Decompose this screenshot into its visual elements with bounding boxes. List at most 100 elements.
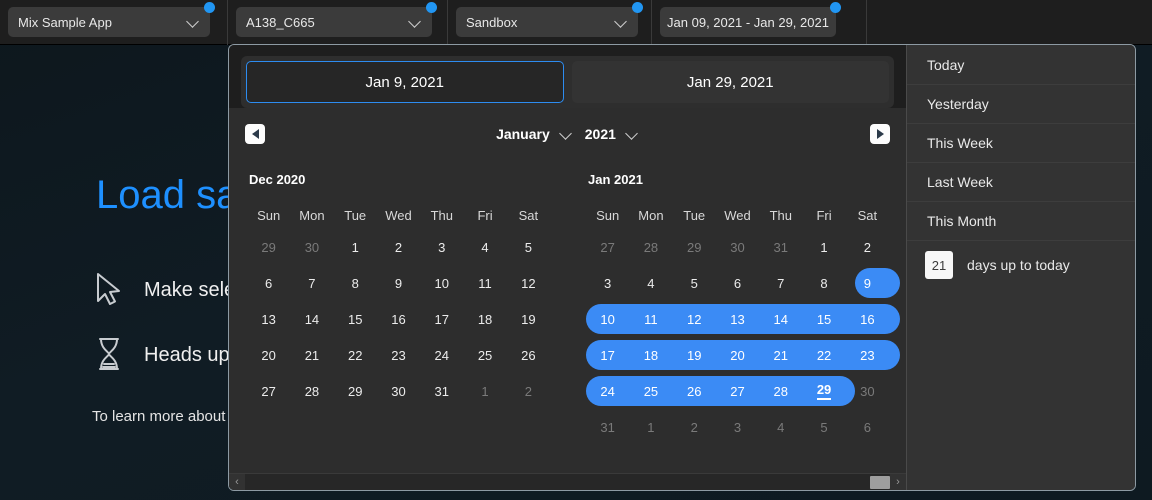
year-select[interactable]: 2021 (585, 126, 639, 142)
calendar-day-cell[interactable]: 25 (463, 337, 506, 373)
calendar-day-cell[interactable]: 27 (586, 229, 629, 265)
calendar-day-cell[interactable]: 2 (507, 373, 550, 409)
prev-month-button[interactable] (245, 124, 265, 144)
filter-dropdown-account[interactable]: A138_C665 (236, 2, 437, 37)
calendar-day-cell[interactable]: 20 (716, 337, 759, 373)
calendar-day-cell[interactable]: 1 (463, 373, 506, 409)
calendar-day-cell[interactable]: 2 (846, 229, 889, 265)
calendar-day-cell[interactable]: 29 (334, 373, 377, 409)
month-select[interactable]: January (496, 126, 573, 142)
calendar-day-cell[interactable]: 16 (846, 301, 889, 337)
calendar-day-cell[interactable]: 18 (629, 337, 672, 373)
calendar-day-cell[interactable]: 11 (629, 301, 672, 337)
calendar-day-cell[interactable]: 15 (334, 301, 377, 337)
calendar-day-cell[interactable]: 13 (716, 301, 759, 337)
calendar-day-cell[interactable]: 12 (507, 265, 550, 301)
calendar-day-cell[interactable]: 3 (716, 409, 759, 445)
calendar-day-cell[interactable]: 8 (334, 265, 377, 301)
calendar-day-cell[interactable]: 7 (290, 265, 333, 301)
calendar-day-cell[interactable]: 24 (420, 337, 463, 373)
quick-range-item[interactable]: Today (907, 46, 1135, 85)
calendar-day-cell[interactable]: 17 (586, 337, 629, 373)
calendar-day-cell[interactable]: 26 (673, 373, 716, 409)
next-month-button[interactable] (870, 124, 890, 144)
calendar-day-cell[interactable]: 19 (673, 337, 716, 373)
calendar-day-cell[interactable]: 10 (420, 265, 463, 301)
calendar-day-cell[interactable]: 3 (420, 229, 463, 265)
calendar-day-cell[interactable]: 28 (629, 229, 672, 265)
month-navigation-bar: January 2021 (229, 108, 906, 160)
calendar-day-cell[interactable]: 30 (716, 229, 759, 265)
calendar-day-cell[interactable]: 5 (507, 229, 550, 265)
calendar-day-cell[interactable]: 4 (759, 409, 802, 445)
calendar-day-cell[interactable]: 28 (290, 373, 333, 409)
calendar-day-cell[interactable]: 19 (507, 301, 550, 337)
calendar-day-cell[interactable]: 11 (463, 265, 506, 301)
calendar-day-cell[interactable]: 31 (420, 373, 463, 409)
calendar-day-cell[interactable]: 2 (673, 409, 716, 445)
calendar-day-cell[interactable]: 16 (377, 301, 420, 337)
calendar-day-cell[interactable]: 29 (802, 373, 845, 409)
filter-dropdown-environment[interactable]: Sandbox (456, 2, 643, 37)
calendar-day-cell[interactable]: 31 (586, 409, 629, 445)
calendar-day-cell[interactable]: 21 (759, 337, 802, 373)
calendar-day-cell[interactable]: 30 (846, 373, 889, 409)
calendar-day-cell[interactable]: 22 (334, 337, 377, 373)
calendar-day-cell[interactable]: 9 (846, 265, 889, 301)
range-endpoint-tabs: Jan 9, 2021 Jan 29, 2021 (241, 56, 894, 108)
calendar-day-cell[interactable]: 1 (334, 229, 377, 265)
scrollbar-thumb[interactable] (870, 475, 890, 489)
calendar-day-cell[interactable]: 14 (759, 301, 802, 337)
calendar-day-cell[interactable]: 5 (802, 409, 845, 445)
calendar-day-cell[interactable]: 31 (759, 229, 802, 265)
calendar-day-cell[interactable]: 30 (377, 373, 420, 409)
quick-range-item[interactable]: This Week (907, 124, 1135, 163)
calendar-day-cell[interactable]: 5 (673, 265, 716, 301)
calendar-day-cell[interactable]: 26 (507, 337, 550, 373)
calendar-day-cell[interactable]: 1 (629, 409, 672, 445)
filter-dropdown-app[interactable]: Mix Sample App (8, 2, 215, 37)
scroll-right-arrow-icon[interactable]: › (890, 473, 906, 490)
calendar-day-cell[interactable]: 20 (247, 337, 290, 373)
calendar-day-cell[interactable]: 15 (802, 301, 845, 337)
calendar-day-cell[interactable]: 7 (759, 265, 802, 301)
calendar-day-cell[interactable]: 17 (420, 301, 463, 337)
calendar-day-cell[interactable]: 29 (673, 229, 716, 265)
calendar-day-cell[interactable]: 14 (290, 301, 333, 337)
calendar-day-cell[interactable]: 13 (247, 301, 290, 337)
quick-range-item[interactable]: Last Week (907, 163, 1135, 202)
calendar-day-cell[interactable]: 6 (247, 265, 290, 301)
calendar-day-cell[interactable]: 27 (247, 373, 290, 409)
calendar-day-cell[interactable]: 3 (586, 265, 629, 301)
calendar-day-cell[interactable]: 2 (377, 229, 420, 265)
tab-start-date[interactable]: Jan 9, 2021 (246, 61, 564, 103)
calendar-day-cell[interactable]: 30 (290, 229, 333, 265)
calendar-day-cell[interactable]: 10 (586, 301, 629, 337)
calendar-day-cell[interactable]: 12 (673, 301, 716, 337)
calendar-day-cell[interactable]: 4 (629, 265, 672, 301)
calendar-day-cell[interactable]: 23 (846, 337, 889, 373)
scroll-left-arrow-icon[interactable]: ‹ (229, 473, 245, 490)
calendar-day-cell[interactable]: 4 (463, 229, 506, 265)
calendar-day-cell[interactable]: 1 (802, 229, 845, 265)
filter-dropdown-date-range[interactable]: Jan 09, 2021 - Jan 29, 2021 (660, 2, 841, 37)
calendar-day-cell[interactable]: 29 (247, 229, 290, 265)
calendar-day-cell[interactable]: 21 (290, 337, 333, 373)
tab-end-date[interactable]: Jan 29, 2021 (571, 61, 889, 103)
calendar-day-cell[interactable]: 23 (377, 337, 420, 373)
quick-range-item[interactable]: This Month (907, 202, 1135, 241)
calendar-day-cell[interactable]: 18 (463, 301, 506, 337)
calendar-day-cell[interactable]: 22 (802, 337, 845, 373)
calendar-day-cell[interactable]: 6 (846, 409, 889, 445)
days-count-input[interactable]: 21 (925, 251, 953, 279)
calendar-day-cell[interactable]: 6 (716, 265, 759, 301)
calendar-day-cell[interactable]: 27 (716, 373, 759, 409)
calendar-day-cell[interactable]: 28 (759, 373, 802, 409)
calendar-day-cell[interactable]: 9 (377, 265, 420, 301)
calendar-day-cell[interactable]: 25 (629, 373, 672, 409)
scrollbar-track[interactable] (245, 473, 890, 490)
calendar-day-cell[interactable]: 8 (802, 265, 845, 301)
horizontal-scrollbar[interactable]: ‹ › (229, 473, 906, 490)
quick-range-item[interactable]: Yesterday (907, 85, 1135, 124)
calendar-day-cell[interactable]: 24 (586, 373, 629, 409)
